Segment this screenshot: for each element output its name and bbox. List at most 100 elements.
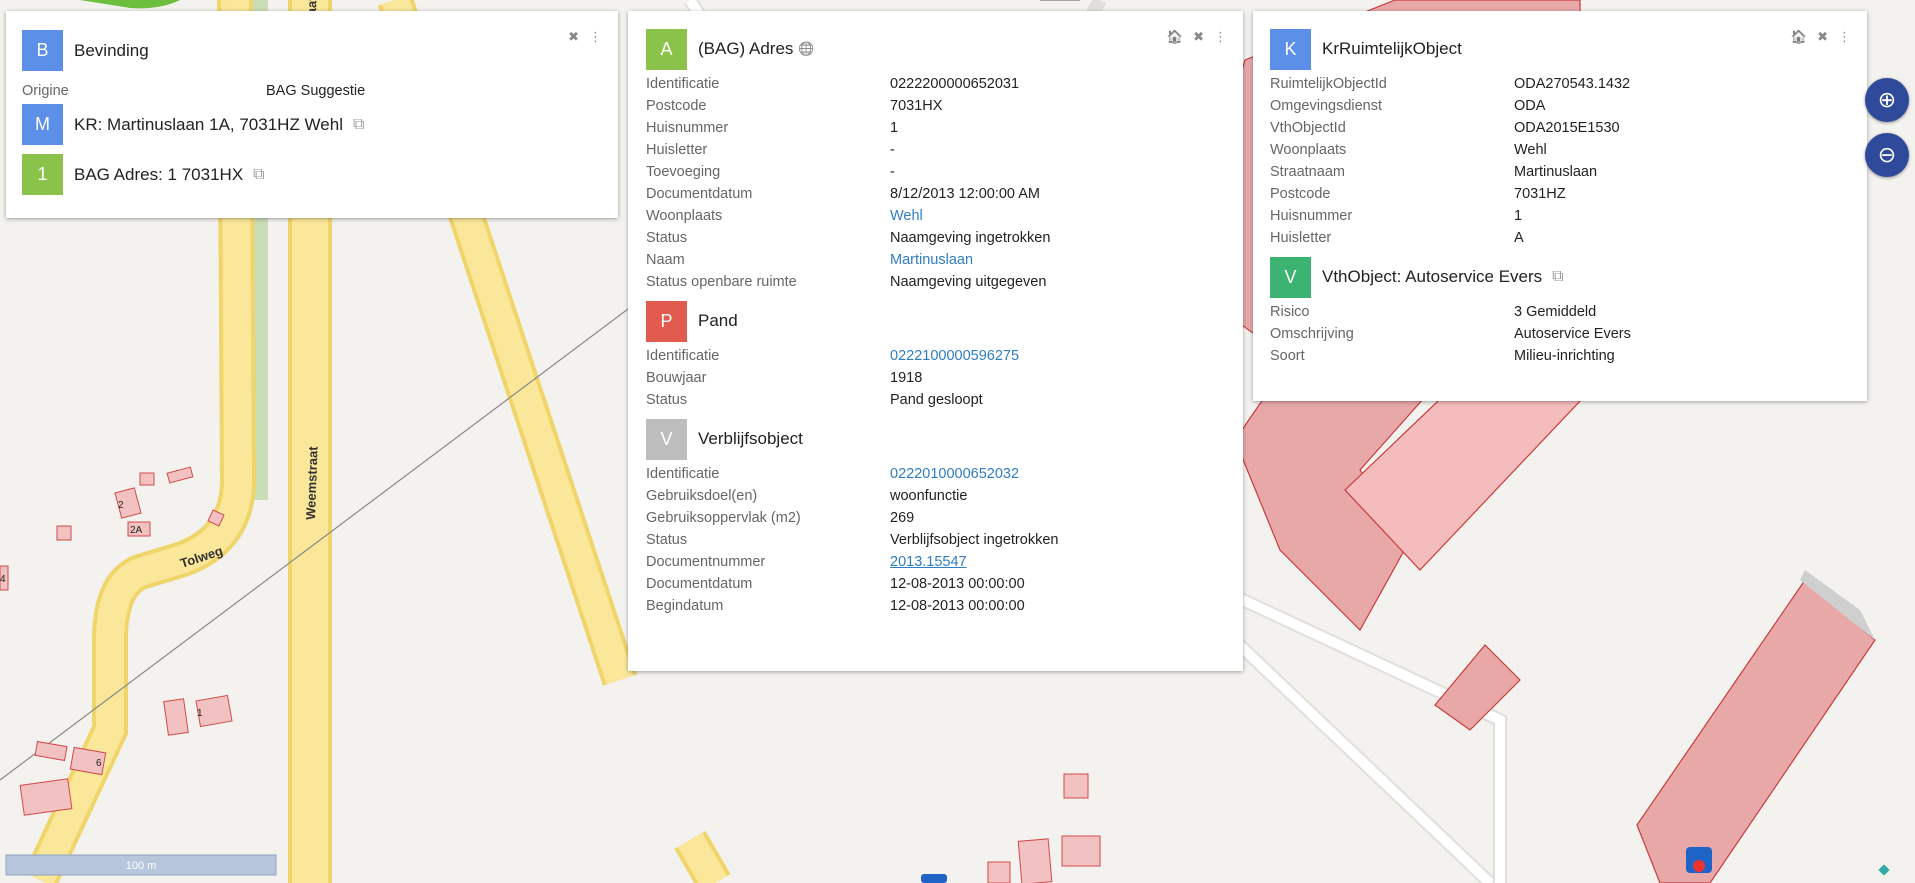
field-value: ODA2015E1530 — [1514, 120, 1620, 136]
field-value: 7031HZ — [1514, 186, 1566, 202]
field-label: Huisletter — [646, 142, 708, 158]
kr-content: K KrRuimtelijkObject RuimtelijkObjectId O… — [1270, 28, 1855, 367]
field-row: Status openbare ruimte Naamgeving uitgege… — [646, 271, 1231, 293]
field-label: Documentdatum — [646, 576, 753, 592]
field-row: Begindatum 12-08-2013 00:00:00 — [646, 595, 1231, 617]
bag-fields: Identificatie 0222200000652031 Postcode 703… — [646, 73, 1231, 293]
field-label: Identificatie — [646, 348, 720, 364]
zoom-out-button[interactable]: ⊖ — [1865, 133, 1909, 177]
zoom-in-button[interactable]: ⊕ — [1865, 78, 1909, 122]
field-label: RuimtelijkObjectId — [1270, 76, 1387, 92]
external-link-icon[interactable]: ⧉ — [1552, 268, 1563, 286]
section-title: Pand — [698, 311, 738, 330]
kr-link-text[interactable]: KR: Martinuslaan 1A, 7031HZ Wehl — [74, 115, 343, 135]
field-value: Naamgeving ingetrokken — [890, 230, 1051, 246]
field-value: 1 — [1514, 208, 1523, 224]
field-row: Huisnummer 1 — [1270, 205, 1855, 227]
kr-link-row[interactable]: M KR: Martinuslaan 1A, 7031HZ Wehl ⧉ — [22, 104, 364, 145]
bag-adres-badge: A — [646, 28, 687, 70]
field-label: Bouwjaar — [646, 370, 707, 386]
field-row: Gebruiksoppervlak (m2) 269 — [646, 507, 1231, 529]
field-label: Identificatie — [646, 76, 720, 92]
bag-link-row[interactable]: 1 BAG Adres: 1 7031HX ⧉ — [22, 154, 265, 195]
close-icon[interactable]: ✖ — [568, 30, 579, 44]
verblijf-badge: V — [646, 418, 687, 460]
pand-fields: Identificatie 0222100000596275 Bouwjaar 191… — [646, 345, 1231, 411]
external-link-icon[interactable]: ⧉ — [253, 166, 264, 184]
panel-title: Bevinding — [74, 40, 149, 60]
kr-badge: M — [22, 104, 63, 145]
field-value-link[interactable]: Martinuslaan — [890, 249, 973, 271]
field-value-link[interactable]: 0222010000652032 — [890, 463, 1019, 485]
field-label: Gebruiksdoel(en) — [646, 488, 758, 504]
field-value: Naamgeving uitgegeven — [890, 274, 1047, 290]
field-row: RuimtelijkObjectId ODA270543.1432 — [1270, 73, 1855, 95]
field-value: Martinuslaan — [1514, 164, 1598, 180]
bevinding-badge: B — [22, 30, 63, 71]
field-value-link[interactable]: 0222100000596275 — [890, 345, 1019, 367]
field-row: Soort Milieu-inrichting — [1270, 345, 1855, 367]
field-value: Pand gesloopt — [890, 392, 983, 408]
field-label: Postcode — [646, 98, 707, 114]
field-value: Wehl — [1514, 142, 1547, 158]
field-row: Documentdatum 8/12/2013 12:00:00 AM — [646, 183, 1231, 205]
vth-fields: Risico 3 Gemiddeld Omschrijving Autoservice… — [1270, 301, 1855, 367]
field-label: Status — [646, 230, 688, 246]
section-title[interactable]: VthObject: Autoservice Evers — [1322, 267, 1542, 287]
origine-row: Origine BAG Suggestie — [22, 80, 365, 102]
field-label: Origine — [22, 83, 69, 99]
field-value: 1918 — [890, 370, 923, 386]
field-value: 269 — [890, 510, 915, 526]
pand-header: P Pand — [646, 300, 1231, 342]
field-value-link[interactable]: Wehl — [890, 205, 923, 227]
field-value: Verblijfsobject ingetrokken — [890, 532, 1059, 548]
field-row: Toevoeging - — [646, 161, 1231, 183]
field-label: Documentnummer — [646, 554, 766, 570]
external-link-icon[interactable]: ⧉ — [353, 116, 364, 134]
field-value: woonfunctie — [890, 488, 968, 504]
field-label: Soort — [1270, 348, 1305, 364]
field-value: 3 Gemiddeld — [1514, 304, 1597, 320]
vth-header[interactable]: V VthObject: Autoservice Evers ⧉ — [1270, 256, 1855, 298]
field-row: Status Naamgeving ingetrokken — [646, 227, 1231, 249]
field-row: Huisnummer 1 — [646, 117, 1231, 139]
field-label: Huisletter — [1270, 230, 1332, 246]
field-row: Identificatie 0222200000652031 — [646, 73, 1231, 95]
field-value: 8/12/2013 12:00:00 AM — [890, 186, 1040, 202]
field-label: Woonplaats — [646, 208, 723, 224]
bevinding-header: B Bevinding — [22, 30, 149, 71]
field-label: VthObjectId — [1270, 120, 1346, 136]
field-row: VthObjectId ODA2015E1530 — [1270, 117, 1855, 139]
field-label: Woonplaats — [1270, 142, 1347, 158]
bag-link-text[interactable]: BAG Adres: 1 7031HX — [74, 165, 243, 185]
field-label: Documentdatum — [646, 186, 753, 202]
field-label: Huisnummer — [646, 120, 729, 136]
field-label: Naam — [646, 252, 685, 268]
field-label: Status openbare ruimte — [646, 274, 797, 290]
field-value: ODA270543.1432 — [1514, 76, 1631, 92]
field-row: Documentdatum 12-08-2013 00:00:00 — [646, 573, 1231, 595]
house-number: 2 — [118, 500, 124, 511]
field-value: 7031HX — [890, 98, 943, 114]
field-value-link[interactable]: 2013.15547 — [890, 551, 967, 573]
bag-badge: 1 — [22, 154, 63, 195]
house-number: 6 — [96, 758, 102, 769]
field-value: - — [890, 164, 895, 180]
vth-badge: V — [1270, 256, 1311, 298]
field-row: Straatnaam Martinuslaan — [1270, 161, 1855, 183]
bag-adres-panel: 🏠 ✖ ⋮ A (BAG) Adres 🌐 Identificatie 02222… — [628, 11, 1243, 671]
field-row: Huisletter A — [1270, 227, 1855, 249]
scale-label: 100 m — [126, 860, 157, 872]
menu-icon[interactable]: ⋮ — [589, 30, 602, 44]
field-row: Gebruiksdoel(en) woonfunctie — [646, 485, 1231, 507]
field-label: Straatnaam — [1270, 164, 1345, 180]
kr-header: K KrRuimtelijkObject — [1270, 28, 1855, 70]
field-value: Milieu-inrichting — [1514, 348, 1615, 364]
field-value: 0222200000652031 — [890, 76, 1020, 92]
field-value: A — [1514, 230, 1524, 246]
field-row: Status Pand gesloopt — [646, 389, 1231, 411]
field-row: Woonplaats Wehl — [646, 205, 1231, 227]
kr-fields: RuimtelijkObjectId ODA270543.1432 Omgeving… — [1270, 73, 1855, 249]
field-label: Omgevingsdienst — [1270, 98, 1383, 114]
panel-title: (BAG) Adres — [698, 39, 794, 58]
